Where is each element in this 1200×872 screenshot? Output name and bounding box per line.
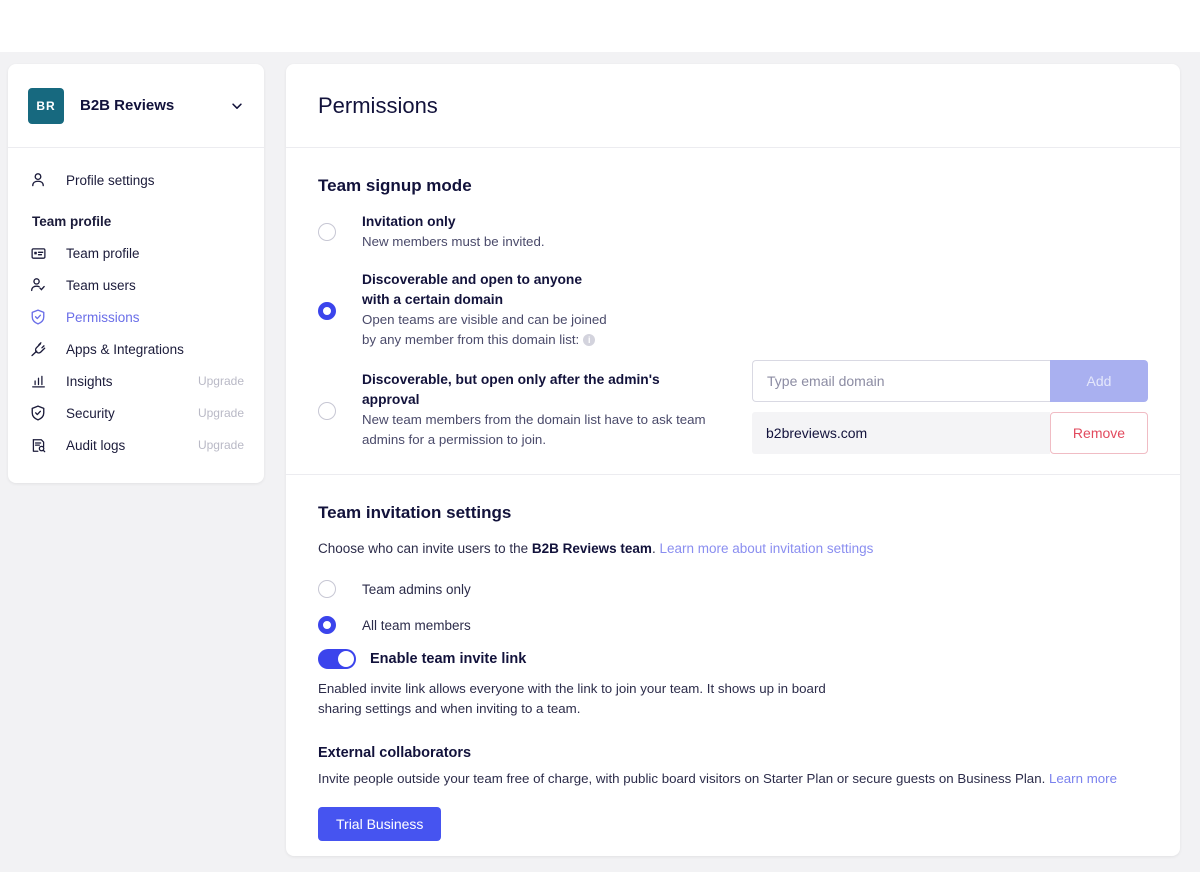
toggle-label: Enable team invite link	[370, 651, 527, 667]
invite-link-desc-line1: Enabled invite link allows everyone with…	[318, 681, 826, 696]
document-search-icon	[28, 435, 48, 455]
add-domain-button[interactable]: Add	[1050, 360, 1148, 402]
radio-admin-approval[interactable]	[318, 402, 336, 420]
sidebar-item-label: Permissions	[66, 309, 140, 325]
remove-domain-button[interactable]: Remove	[1050, 412, 1148, 454]
option-title-line1: Discoverable, but open only after the ad…	[362, 372, 660, 387]
plug-icon	[28, 339, 48, 359]
external-learn-more-link[interactable]: Learn more	[1049, 771, 1117, 786]
invitation-option-team-admins[interactable]: Team admins only	[318, 573, 1148, 605]
team-invitation-settings-section: Team invitation settings Choose who can …	[286, 474, 1180, 856]
invite-link-toggle-row[interactable]: Enable team invite link	[318, 649, 1148, 669]
team-switcher[interactable]: BR B2B Reviews	[8, 64, 264, 148]
invitation-desc-suffix: .	[651, 541, 656, 556]
sidebar-item-apps-integrations[interactable]: Apps & Integrations	[8, 333, 264, 365]
option-body: Invitation only New members must be invi…	[362, 212, 545, 252]
trial-business-button[interactable]: Trial Business	[318, 807, 442, 841]
option-description-line2: by any member from this domain list: i	[362, 330, 607, 350]
sidebar-item-label: Insights	[66, 373, 113, 389]
sidebar-item-team-profile[interactable]: Team profile	[8, 237, 264, 269]
sidebar-bottom-spacer	[8, 461, 264, 483]
radio-open-domain[interactable]	[318, 302, 336, 320]
team-logo-avatar: BR	[28, 87, 64, 124]
option-description-line1: New team members from the domain list ha…	[362, 412, 706, 427]
shield-icon	[28, 403, 48, 423]
sidebar-item-label: Profile settings	[66, 172, 155, 188]
option-description-line1: Open teams are visible and can be joined	[362, 312, 607, 327]
section-title: Team invitation settings	[318, 503, 512, 522]
enable-invite-link-toggle[interactable]	[318, 649, 356, 669]
person-icon	[28, 170, 48, 190]
shield-check-icon	[28, 307, 48, 327]
sidebar-item-label: Security	[66, 405, 115, 421]
sidebar-section-title: Team profile	[32, 214, 112, 229]
email-domain-panel: Add b2breviews.com Remove	[752, 360, 1148, 454]
main-content-card: Permissions Team signup mode Invitation …	[286, 64, 1180, 856]
option-body: Discoverable and open to anyone with a c…	[362, 270, 607, 350]
domain-list-item: b2breviews.com Remove	[752, 412, 1148, 454]
bar-chart-icon	[28, 371, 48, 391]
option-description-text: by any member from this domain list:	[362, 332, 580, 347]
option-label: Team admins only	[362, 581, 471, 597]
sidebar-item-label: Team profile	[66, 245, 140, 261]
sidebar-item-label: Apps & Integrations	[66, 341, 184, 357]
section-title: Team signup mode	[318, 176, 472, 195]
external-collaborators-description: Invite people outside your team free of …	[318, 769, 1148, 789]
sidebar-item-label: Team users	[66, 277, 136, 293]
radio-team-admins-only[interactable]	[318, 580, 336, 598]
page-title: Permissions	[318, 92, 438, 118]
radio-invitation-only[interactable]	[318, 223, 336, 241]
option-title-line2: approval	[362, 392, 420, 407]
nav-top-group: Profile settings	[8, 148, 264, 204]
invitation-option-all-members[interactable]: All team members	[318, 609, 1148, 641]
domain-name-label: b2breviews.com	[752, 412, 1050, 454]
sidebar-item-label: Audit logs	[66, 437, 126, 453]
upgrade-badge[interactable]: Upgrade	[198, 374, 244, 388]
email-domain-input[interactable]	[752, 360, 1050, 402]
team-name-label: B2B Reviews	[80, 97, 175, 114]
toggle-knob	[338, 651, 354, 667]
sidebar-item-audit-logs[interactable]: Audit logs Upgrade	[8, 429, 264, 461]
sidebar: BR B2B Reviews Profile settings Team pro…	[8, 64, 264, 483]
invitation-desc-prefix: Choose who can invite users to the	[318, 541, 532, 556]
invite-link-desc-line2: sharing settings and when inviting to a …	[318, 701, 581, 716]
signup-option-open-domain[interactable]: Discoverable and open to anyone with a c…	[318, 270, 1148, 350]
sidebar-item-team-users[interactable]: Team users	[8, 269, 264, 301]
external-desc-text: Invite people outside your team free of …	[318, 771, 1046, 786]
invite-link-description: Enabled invite link allows everyone with…	[318, 679, 1148, 719]
upgrade-badge[interactable]: Upgrade	[198, 438, 244, 452]
option-label: All team members	[362, 617, 471, 633]
external-collaborators-title: External collaborators	[318, 745, 472, 761]
sidebar-item-profile-settings[interactable]: Profile settings	[8, 164, 264, 196]
invitation-team-name: B2B Reviews team	[531, 541, 652, 556]
invitation-learn-more-link[interactable]: Learn more about invitation settings	[659, 541, 873, 556]
domain-add-row: Add	[752, 360, 1148, 402]
sidebar-item-permissions[interactable]: Permissions	[8, 301, 264, 333]
info-icon[interactable]: i	[583, 334, 596, 347]
option-title-line2: with a certain domain	[362, 292, 504, 307]
invitation-description: Choose who can invite users to the B2B R…	[318, 539, 1148, 559]
sidebar-nav-list: Team profile Team users Permissions Apps…	[8, 237, 264, 461]
option-title-line1: Discoverable and open to anyone	[362, 272, 583, 287]
person-check-icon	[28, 275, 48, 295]
chevron-down-icon[interactable]	[230, 99, 244, 113]
option-title: Invitation only	[362, 214, 456, 229]
sidebar-item-insights[interactable]: Insights Upgrade	[8, 365, 264, 397]
id-card-icon	[28, 243, 48, 263]
option-description: New members must be invited.	[362, 234, 545, 249]
option-description-line2: admins for a permission to join.	[362, 432, 547, 447]
upgrade-badge[interactable]: Upgrade	[198, 406, 244, 420]
signup-option-invitation-only[interactable]: Invitation only New members must be invi…	[318, 212, 1148, 252]
radio-all-team-members[interactable]	[318, 616, 336, 634]
sidebar-item-security[interactable]: Security Upgrade	[8, 397, 264, 429]
app-root: BR B2B Reviews Profile settings Team pro…	[0, 0, 1200, 872]
page-header: Permissions	[286, 64, 1180, 148]
team-signup-mode-section: Team signup mode Invitation only New mem…	[286, 148, 1180, 474]
option-body: Discoverable, but open only after the ad…	[362, 370, 706, 450]
